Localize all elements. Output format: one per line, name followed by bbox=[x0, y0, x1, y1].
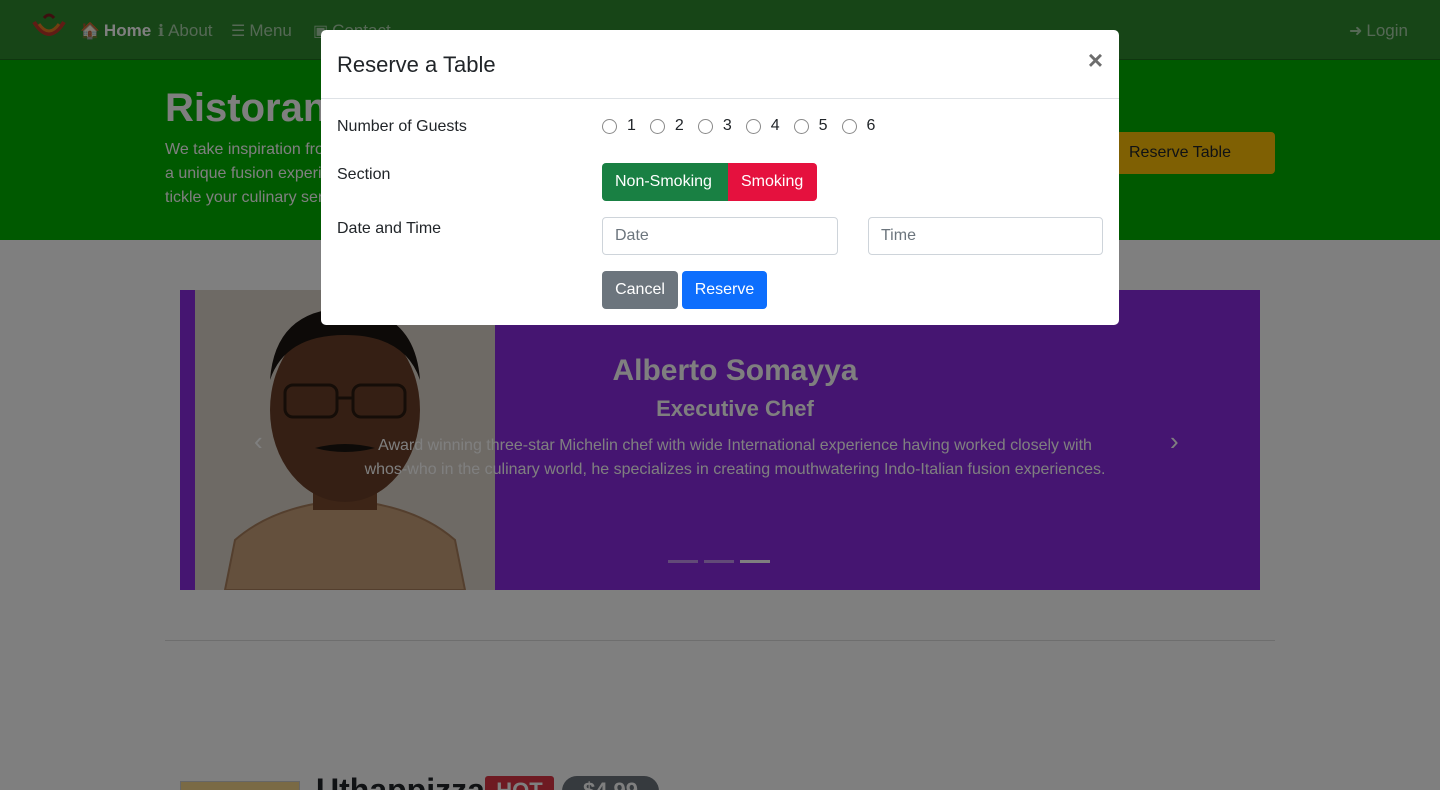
guest-option-label: 4 bbox=[770, 117, 780, 134]
section-label: Section bbox=[337, 166, 391, 183]
guests-radio-group: 1 2 3 4 5 6 bbox=[602, 117, 889, 135]
time-input[interactable]: Time bbox=[868, 217, 1103, 255]
section-toggle-group: Non-Smoking Smoking bbox=[602, 163, 817, 201]
guest-option-label: 2 bbox=[674, 117, 684, 134]
guest-option-label: 5 bbox=[818, 117, 828, 134]
guest-option-4[interactable]: 4 bbox=[745, 117, 780, 135]
cancel-button[interactable]: Cancel bbox=[602, 271, 678, 309]
guest-option-label: 3 bbox=[722, 117, 732, 134]
guest-option-6[interactable]: 6 bbox=[841, 117, 876, 135]
guest-option-1[interactable]: 1 bbox=[602, 117, 636, 135]
close-icon[interactable]: × bbox=[1088, 46, 1103, 74]
radio-button[interactable] bbox=[841, 118, 857, 134]
guest-option-label: 1 bbox=[627, 117, 636, 134]
radio-button[interactable] bbox=[602, 118, 617, 134]
smoking-button[interactable]: Smoking bbox=[728, 163, 817, 201]
radio-button[interactable] bbox=[649, 118, 665, 134]
non-smoking-button[interactable]: Non-Smoking bbox=[602, 163, 728, 201]
reserve-button[interactable]: Reserve bbox=[682, 271, 767, 309]
guest-option-3[interactable]: 3 bbox=[697, 117, 732, 135]
reserve-modal: Reserve a Table × Number of Guests 1 2 3… bbox=[321, 30, 1119, 325]
datetime-label: Date and Time bbox=[337, 220, 442, 237]
radio-button[interactable] bbox=[745, 118, 761, 134]
guest-option-5[interactable]: 5 bbox=[793, 117, 828, 135]
guest-option-label: 6 bbox=[866, 117, 876, 134]
modal-header: Reserve a Table × bbox=[321, 30, 1119, 99]
guests-label: Number of Guests bbox=[337, 118, 467, 135]
modal-title: Reserve a Table bbox=[337, 52, 496, 77]
radio-button[interactable] bbox=[793, 118, 809, 134]
radio-button[interactable] bbox=[697, 118, 713, 134]
date-input[interactable]: Date bbox=[602, 217, 838, 255]
guest-option-2[interactable]: 2 bbox=[649, 117, 684, 135]
